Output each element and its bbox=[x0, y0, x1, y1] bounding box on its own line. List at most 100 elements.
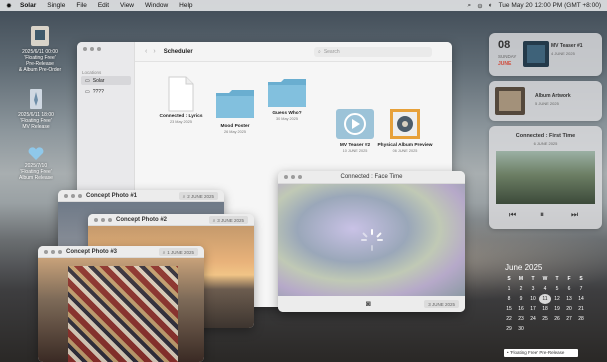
calendar-day[interactable]: 21 bbox=[575, 304, 587, 314]
menu-window[interactable]: Window bbox=[145, 2, 168, 9]
close-button[interactable] bbox=[44, 250, 48, 254]
calendar-day[interactable]: 24 bbox=[527, 314, 539, 324]
menu-edit[interactable]: Edit bbox=[98, 2, 109, 9]
date-widget[interactable]: 08 SUNDAY JUNE MV Teaser #1 4 JUNE 2025 bbox=[489, 33, 602, 76]
close-button[interactable] bbox=[64, 194, 68, 198]
calendar-day[interactable]: 1 bbox=[503, 284, 515, 294]
control-center-icon[interactable]: ◐ bbox=[489, 2, 493, 9]
calendar-day[interactable]: 4 bbox=[539, 284, 551, 294]
calendar-day[interactable]: 13 bbox=[563, 294, 575, 304]
zoom-button[interactable] bbox=[58, 250, 62, 254]
calendar-day[interactable]: 16 bbox=[515, 304, 527, 314]
minimize-button[interactable] bbox=[71, 194, 75, 198]
date-month: JUNE bbox=[498, 61, 512, 67]
calendar-day[interactable]: 14 bbox=[575, 294, 587, 304]
calendar-day[interactable]: 5 bbox=[551, 284, 563, 294]
search-icon[interactable]: ⌕ bbox=[468, 2, 472, 10]
calendar-day[interactable]: 12 bbox=[551, 294, 563, 304]
calendar-day[interactable]: 10 bbox=[527, 294, 539, 304]
menu-clock[interactable]: Tue May 20 12:00 PM (GMT +8:00) bbox=[499, 2, 601, 9]
menu-view[interactable]: View bbox=[120, 2, 134, 9]
back-icon[interactable]: ‹ bbox=[145, 48, 147, 55]
calendar-day[interactable]: 20 bbox=[563, 304, 575, 314]
calendar-day[interactable]: 15 bbox=[503, 304, 515, 314]
file-name: Guess Who? bbox=[272, 111, 302, 116]
calendar-day[interactable]: 27 bbox=[563, 314, 575, 324]
search-icon: ⌕ bbox=[162, 249, 166, 255]
calendar-day[interactable]: 28 bbox=[575, 314, 587, 324]
menu-single[interactable]: Single bbox=[47, 2, 65, 9]
close-button[interactable] bbox=[94, 218, 98, 222]
sidebar-item-solar[interactable]: ▭ Solar bbox=[81, 76, 131, 85]
zoom-button[interactable] bbox=[78, 194, 82, 198]
file-name: Mood Poster bbox=[220, 124, 250, 129]
link-icon[interactable]: ⊝ bbox=[477, 2, 482, 10]
close-button[interactable] bbox=[284, 175, 288, 179]
video-feed bbox=[278, 184, 465, 296]
calendar-day[interactable]: 11 bbox=[539, 294, 551, 304]
calendar-day[interactable]: 17 bbox=[527, 304, 539, 314]
calendar-grid: 1 2 3 4 5 6 7 8 9 10 11 12 13 14 15 16 17 18 19 20 21 22 23 24 2… bbox=[503, 284, 595, 334]
app-logo-icon[interactable]: ✹ bbox=[6, 2, 14, 10]
minimize-button[interactable] bbox=[291, 175, 295, 179]
folder-icon[interactable] bbox=[215, 89, 255, 119]
calendar-day[interactable]: 18 bbox=[539, 304, 551, 314]
minimize-button[interactable] bbox=[90, 47, 94, 51]
zoom-button[interactable] bbox=[97, 47, 101, 51]
desktop-icon-album-release[interactable]: 2025/7/10 'Floating Free' Album Release bbox=[8, 147, 64, 181]
previous-track-icon[interactable]: ⏮ bbox=[509, 210, 516, 220]
file-item-album-preview[interactable]: Physical Album Preview 06 JUNE 2025 bbox=[375, 143, 435, 153]
minimize-button[interactable] bbox=[101, 218, 105, 222]
next-track-icon[interactable]: ⏭ bbox=[571, 210, 578, 220]
calendar-day[interactable]: 22 bbox=[503, 314, 515, 324]
search-icon: ⌕ bbox=[182, 193, 186, 199]
calendar-week-row: 8 9 10 11 12 13 14 bbox=[503, 294, 595, 304]
file-item-lyrics[interactable]: Connected : Lyrics 23 May 2025 bbox=[155, 114, 207, 124]
music-player-widget[interactable]: Connected : First Time 6 JUNE 2025 ⏮ ⏸ ⏭ bbox=[489, 126, 602, 229]
camera-icon[interactable]: ◙ bbox=[366, 299, 371, 308]
window-titlebar: Connected : Face Time bbox=[278, 171, 465, 184]
sidebar-item-unknown[interactable]: ▭???? bbox=[81, 87, 131, 96]
calendar-day[interactable]: 3 bbox=[527, 284, 539, 294]
calendar-day[interactable]: 6 bbox=[563, 284, 575, 294]
minimize-button[interactable] bbox=[51, 250, 55, 254]
close-button[interactable] bbox=[83, 47, 87, 51]
zoom-button[interactable] bbox=[298, 175, 302, 179]
calendar-day bbox=[551, 324, 563, 334]
desktop-icon-prerelease[interactable]: 2025/6/11 00:00 'Floating Free' Pre-Rele… bbox=[12, 25, 68, 73]
window-titlebar: Concept Photo #2 ⌕ 3 JUNE 2025 bbox=[88, 214, 254, 226]
loading-spinner-icon bbox=[361, 229, 383, 251]
calendar-day[interactable]: 29 bbox=[503, 324, 515, 334]
desktop-icon-mv-release[interactable]: 2025/6/11 18:00 'Floating Free' MV Relea… bbox=[8, 88, 64, 130]
video-item-mv-teaser-2[interactable]: MV Teaser #2 10 JUNE 2025 bbox=[329, 143, 381, 153]
video-thumbnail-icon[interactable] bbox=[335, 108, 375, 140]
album-cover-icon[interactable] bbox=[389, 108, 421, 140]
calendar-day[interactable]: 19 bbox=[551, 304, 563, 314]
calendar-day[interactable]: 23 bbox=[515, 314, 527, 324]
search-field[interactable]: ⌕ Search bbox=[314, 47, 432, 57]
menu-help[interactable]: Help bbox=[179, 2, 192, 9]
calendar-day[interactable]: 2 bbox=[515, 284, 527, 294]
event-note[interactable]: • 'Floating Free' Pre-Release bbox=[504, 349, 578, 357]
photo-image bbox=[38, 258, 204, 362]
calendar-day[interactable]: 26 bbox=[551, 314, 563, 324]
menu-file[interactable]: File bbox=[76, 2, 86, 9]
document-icon[interactable] bbox=[167, 76, 195, 112]
zoom-button[interactable] bbox=[108, 218, 112, 222]
calendar-day[interactable]: 30 bbox=[515, 324, 527, 334]
weekday-label: W bbox=[542, 276, 548, 282]
search-icon: ⌕ bbox=[318, 49, 321, 55]
album-artwork-widget[interactable]: Album Artwork 5 JUNE 2025 bbox=[489, 81, 602, 121]
calendar-day[interactable]: 7 bbox=[575, 284, 587, 294]
folder-icon[interactable] bbox=[267, 78, 307, 108]
calendar-day[interactable]: 25 bbox=[539, 314, 551, 324]
calendar-title: June 2025 bbox=[505, 263, 543, 272]
folder-item-guess-who[interactable]: Guess Who? 30 May 2025 bbox=[261, 111, 313, 121]
menu-app-name[interactable]: Solar bbox=[20, 2, 36, 9]
pause-icon[interactable]: ⏸ bbox=[540, 210, 544, 220]
calendar-day[interactable]: 9 bbox=[515, 294, 527, 304]
teaser-date: 4 JUNE 2025 bbox=[551, 51, 575, 56]
calendar-day[interactable]: 8 bbox=[503, 294, 515, 304]
folder-item-mood-poster[interactable]: Mood Poster 26 May 2025 bbox=[209, 124, 261, 134]
forward-icon[interactable]: › bbox=[153, 48, 155, 55]
